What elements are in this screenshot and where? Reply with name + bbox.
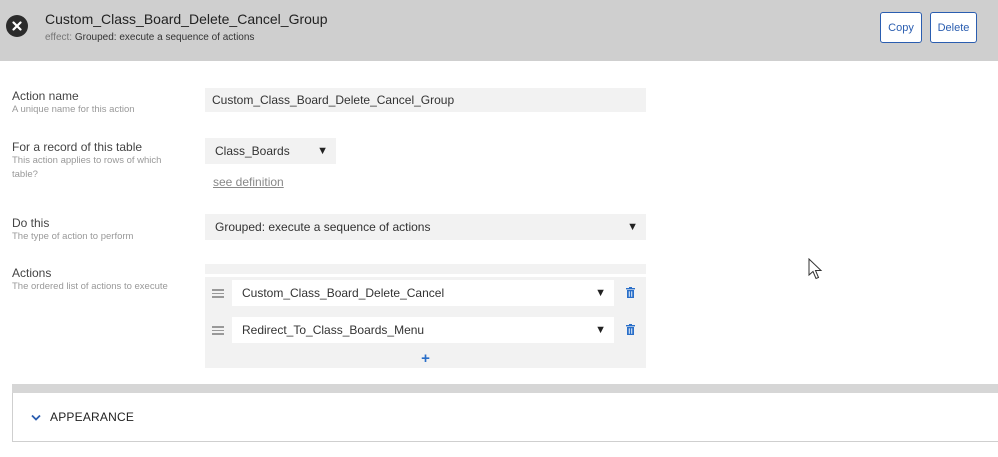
do-this-description: The type of action to perform bbox=[12, 231, 134, 242]
caret-down-icon: ▼ bbox=[595, 324, 606, 336]
effect-value: Grouped: execute a sequence of actions bbox=[74, 32, 255, 43]
action-type-value: Grouped: execute a sequence of actions bbox=[215, 220, 431, 234]
action-name-input[interactable]: Custom_Class_Board_Delete_Cancel_Group bbox=[205, 88, 646, 112]
action-name-description: A unique name for this action bbox=[12, 104, 135, 115]
close-button[interactable] bbox=[6, 15, 28, 37]
drag-handle-icon[interactable] bbox=[212, 289, 224, 298]
trash-icon[interactable] bbox=[626, 324, 635, 335]
do-this-label: Do this bbox=[12, 216, 50, 230]
mouse-pointer-icon bbox=[808, 258, 823, 280]
action-item-value: Custom_Class_Board_Delete_Cancel bbox=[242, 286, 445, 300]
copy-button[interactable]: Copy bbox=[880, 12, 922, 43]
table-label: For a record of this table bbox=[12, 140, 143, 154]
action-item-value: Redirect_To_Class_Boards_Menu bbox=[242, 323, 425, 337]
section-divider bbox=[12, 384, 998, 393]
action-item-select[interactable]: Custom_Class_Board_Delete_Cancel ▼ bbox=[232, 280, 614, 306]
drag-handle-icon[interactable] bbox=[212, 326, 224, 335]
table-description: This action applies to rows of which tab… bbox=[12, 155, 162, 180]
caret-down-icon: ▼ bbox=[627, 221, 638, 233]
close-circle-icon bbox=[12, 21, 22, 31]
appearance-label: APPEARANCE bbox=[50, 410, 135, 424]
actions-label: Actions bbox=[12, 266, 52, 280]
caret-down-icon: ▼ bbox=[595, 287, 606, 299]
table-select[interactable]: Class_Boards ▼ bbox=[205, 138, 336, 164]
action-type-select[interactable]: Grouped: execute a sequence of actions ▼ bbox=[205, 214, 646, 240]
actions-description: The ordered list of actions to execute bbox=[12, 281, 168, 292]
add-action-button[interactable]: + bbox=[205, 350, 646, 367]
trash-icon[interactable] bbox=[626, 287, 635, 298]
effect-summary: effect: Grouped: execute a sequence of a… bbox=[45, 32, 254, 43]
appearance-section-toggle[interactable]: APPEARANCE bbox=[12, 393, 998, 442]
table-select-value: Class_Boards bbox=[215, 144, 290, 158]
chevron-down-icon bbox=[31, 414, 41, 421]
effect-prefix: effect: bbox=[45, 32, 73, 43]
actions-list: Custom_Class_Board_Delete_Cancel ▼ Redir… bbox=[205, 264, 646, 368]
caret-down-icon: ▼ bbox=[317, 145, 328, 157]
action-name-label: Action name bbox=[12, 89, 79, 103]
actions-list-divider bbox=[205, 274, 646, 277]
action-header: Custom_Class_Board_Delete_Cancel_Group e… bbox=[0, 0, 998, 61]
see-definition-link[interactable]: see definition bbox=[213, 175, 284, 189]
page-title: Custom_Class_Board_Delete_Cancel_Group bbox=[45, 11, 328, 27]
delete-button[interactable]: Delete bbox=[930, 12, 977, 43]
action-item-select[interactable]: Redirect_To_Class_Boards_Menu ▼ bbox=[232, 317, 614, 343]
